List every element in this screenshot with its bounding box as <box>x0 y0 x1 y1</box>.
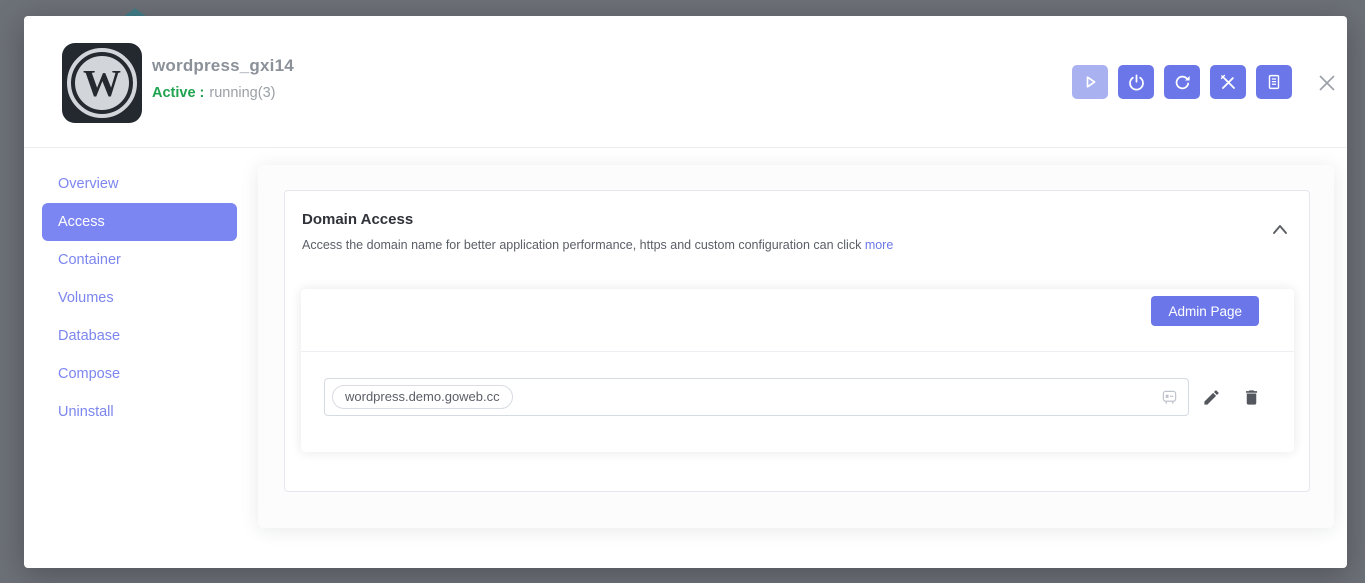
sidebar: Overview Access Container Volumes Databa… <box>42 165 237 431</box>
domain-row: wordpress.demo.goweb.cc <box>324 378 1261 416</box>
restart-button[interactable] <box>1164 65 1200 99</box>
sidebar-item-access[interactable]: Access <box>42 203 237 241</box>
description-text: Access the domain name for better applic… <box>302 238 861 252</box>
domain-panel: Admin Page wordpress.demo.goweb.cc <box>301 289 1294 452</box>
sidebar-item-uninstall[interactable]: Uninstall <box>42 393 237 431</box>
collapse-button[interactable] <box>1269 221 1291 239</box>
close-icon <box>1317 73 1337 93</box>
svg-text:W: W <box>83 63 121 105</box>
header-action-buttons <box>1072 65 1292 99</box>
domain-access-card: Domain Access Access the domain name for… <box>284 190 1310 492</box>
play-icon <box>1080 72 1100 92</box>
screen: W wordpress_gxi14 Active:running(3) <box>0 0 1365 583</box>
status-separator: : <box>200 85 205 101</box>
card-header: Domain Access Access the domain name for… <box>302 211 1249 252</box>
params-button[interactable] <box>1210 65 1246 99</box>
edit-domain-button[interactable] <box>1202 388 1221 407</box>
section-title: Domain Access <box>302 211 1249 228</box>
status-value: running(3) <box>209 85 275 101</box>
sidebar-item-container[interactable]: Container <box>42 241 237 279</box>
pencil-icon <box>1202 388 1221 407</box>
divider <box>301 351 1294 352</box>
log-icon <box>1265 73 1283 91</box>
domain-tag[interactable]: wordpress.demo.goweb.cc <box>332 385 513 409</box>
logs-button[interactable] <box>1256 65 1292 99</box>
admin-page-button[interactable]: Admin Page <box>1151 296 1259 326</box>
delete-domain-button[interactable] <box>1242 388 1261 407</box>
more-link[interactable]: more <box>865 238 893 252</box>
content-panel: Domain Access Access the domain name for… <box>258 165 1334 528</box>
input-suffix-icon <box>1161 389 1178 406</box>
sidebar-item-database[interactable]: Database <box>42 317 237 355</box>
modal-header: W wordpress_gxi14 Active:running(3) <box>24 16 1347 148</box>
domain-input[interactable]: wordpress.demo.goweb.cc <box>324 378 1189 416</box>
power-icon <box>1127 73 1146 92</box>
section-description: Access the domain name for better applic… <box>302 238 1249 252</box>
app-detail-modal: W wordpress_gxi14 Active:running(3) <box>24 16 1347 568</box>
tools-icon <box>1219 73 1238 92</box>
stop-button[interactable] <box>1118 65 1154 99</box>
chevron-up-icon <box>1270 222 1290 236</box>
sidebar-item-overview[interactable]: Overview <box>42 165 237 203</box>
status-label: Active <box>152 85 196 101</box>
trash-icon <box>1242 388 1261 407</box>
sidebar-item-compose[interactable]: Compose <box>42 355 237 393</box>
sidebar-item-volumes[interactable]: Volumes <box>42 279 237 317</box>
app-title: wordpress_gxi14 <box>152 56 294 76</box>
wordpress-logo: W <box>62 43 142 123</box>
close-button[interactable] <box>1316 72 1338 94</box>
refresh-icon <box>1173 73 1192 92</box>
start-button[interactable] <box>1072 65 1108 99</box>
app-status: Active:running(3) <box>152 85 275 101</box>
